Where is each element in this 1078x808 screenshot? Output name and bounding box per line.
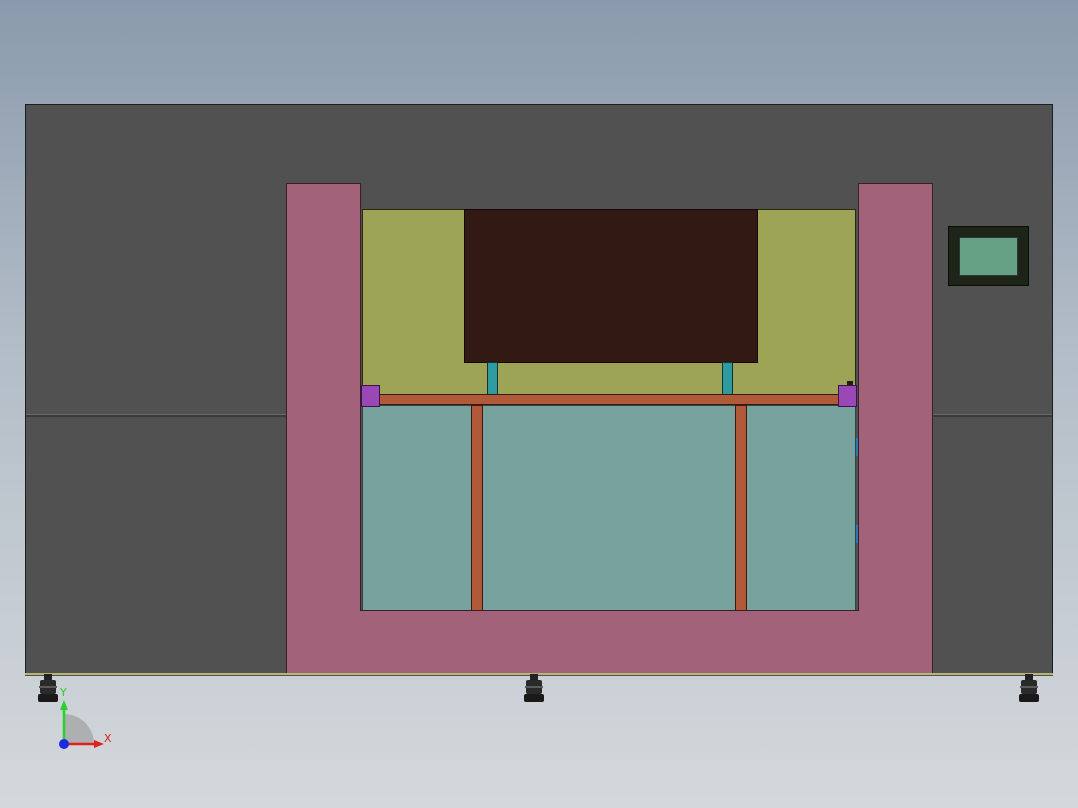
bracket-cap: [847, 381, 853, 385]
cabinet-seam-right: [933, 414, 1052, 417]
leveling-foot-icon: [1019, 674, 1039, 704]
leveling-foot-icon: [524, 674, 544, 704]
rail-bracket-right: [838, 385, 857, 407]
triad-y-label: Y: [60, 686, 67, 699]
top-housing-block: [464, 209, 758, 363]
coordinate-triad-icon: Y X: [50, 686, 120, 756]
vertical-strut-left: [471, 405, 483, 611]
triad-x-label: X: [104, 732, 112, 745]
rail-bracket-left: [361, 385, 380, 407]
frame-column-left: [286, 183, 361, 674]
cabinet-seam-left: [26, 414, 286, 417]
support-post-right: [722, 362, 733, 396]
frame-base-beam: [286, 611, 933, 674]
support-post-left: [487, 362, 498, 396]
lower-glass-panel: [362, 405, 856, 611]
frame-column-right: [858, 183, 933, 674]
hmi-screen: [959, 237, 1018, 276]
frame-inner-edge: [360, 610, 859, 611]
vertical-strut-right: [735, 405, 747, 611]
cross-rail: [362, 394, 856, 405]
